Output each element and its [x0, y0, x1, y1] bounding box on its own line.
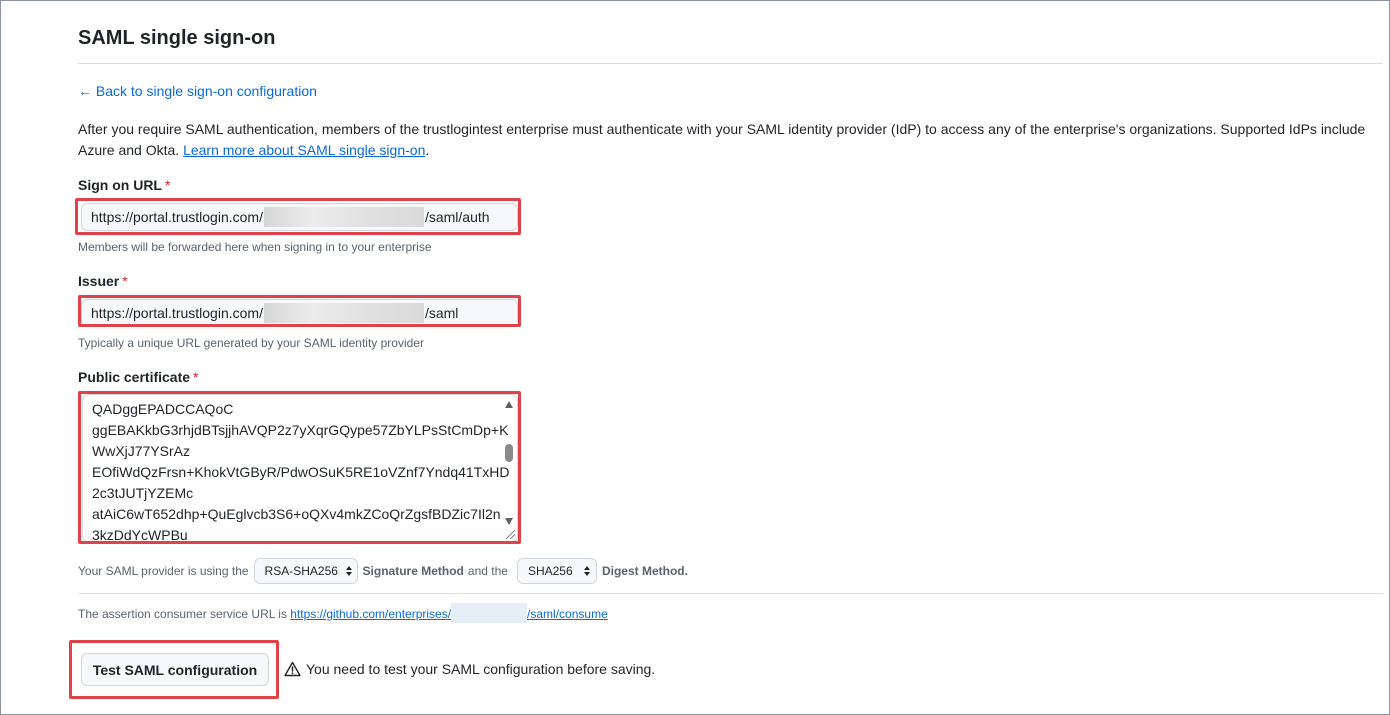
redacted-region — [263, 303, 424, 324]
select-arrows-icon — [583, 566, 590, 576]
redacted-region — [451, 603, 528, 623]
section-divider — [78, 593, 1383, 594]
acs-url-link[interactable]: https://github.com/enterprises/ /saml/con… — [290, 603, 608, 623]
page-frame: SAML single sign-on ← Back to single sig… — [0, 0, 1390, 715]
certificate-text: QADggEPADCCAQoC ggEBAKkbG3rhjdBTsjjhAVQP2… — [92, 399, 510, 542]
issuer-suffix: /saml — [424, 305, 459, 321]
required-marker: * — [165, 177, 171, 193]
issuer-label-text: Issuer — [78, 273, 120, 289]
scroll-up-arrow-icon[interactable] — [505, 401, 513, 408]
intro-end: . — [425, 142, 430, 158]
intro-paragraph: After you require SAML authentication, m… — [78, 119, 1373, 161]
test-saml-configuration-button[interactable]: Test SAML configuration — [81, 653, 269, 686]
method-text-middle: and the — [467, 564, 508, 578]
required-marker: * — [122, 273, 128, 289]
sign-on-url-label-text: Sign on URL — [78, 177, 162, 193]
certificate-line: WwXjJ77YSrAz — [92, 443, 191, 459]
scrollbar-thumb[interactable] — [505, 444, 513, 462]
issuer-prefix: https://portal.trustlogin.com/ — [91, 305, 263, 321]
select-arrows-icon — [345, 566, 352, 576]
alert-icon — [284, 661, 301, 677]
signature-method-select[interactable]: RSA-SHA256 — [253, 558, 358, 584]
method-text-before: Your SAML provider is using the — [78, 564, 249, 578]
method-row: Your SAML provider is using the RSA-SHA2… — [78, 558, 688, 584]
learn-more-link[interactable]: Learn more about SAML single sign-on — [183, 142, 425, 158]
certificate-line: EOfiWdQzFrsn+KhokVtGByR/PdwOSuK5RE1oVZnf… — [92, 464, 510, 480]
digest-method-value: SHA256 — [527, 564, 573, 578]
scroll-down-arrow-icon[interactable] — [505, 518, 513, 525]
test-warning-text: You need to test your SAML configuration… — [306, 661, 656, 677]
digest-method-select[interactable]: SHA256 — [516, 558, 597, 584]
required-marker: * — [193, 369, 199, 385]
certificate-line: 2c3tJUTjYZEMc — [92, 485, 194, 501]
sign-on-url-input[interactable]: https://portal.trustlogin.com/ /saml/auth — [81, 203, 518, 231]
sign-on-url-suffix: /saml/auth — [424, 209, 490, 225]
certificate-line: atAiC6wT652dhp+QuEglvcb3S6+oQXv4mkZCoQrZ… — [92, 506, 501, 522]
page-title: SAML single sign-on — [78, 27, 276, 49]
title-divider — [78, 63, 1383, 64]
digest-method-label: Digest Method. — [601, 564, 688, 578]
sign-on-url-prefix: https://portal.trustlogin.com/ — [91, 209, 263, 225]
acs-link-prefix: https://github.com/enterprises/ — [290, 607, 452, 622]
resize-grip-icon[interactable] — [506, 530, 515, 539]
issuer-hint: Typically a unique URL generated by your… — [78, 336, 424, 350]
acs-link-suffix: /saml/consume — [527, 607, 608, 622]
certificate-line: QADggEPADCCAQoC — [92, 401, 234, 417]
back-link[interactable]: ← Back to single sign-on configuration — [78, 83, 317, 99]
sign-on-url-hint: Members will be forwarded here when sign… — [78, 240, 432, 254]
certificate-label-text: Public certificate — [78, 369, 191, 385]
redacted-region — [263, 207, 424, 228]
acs-text: The assertion consumer service URL is — [78, 607, 291, 622]
sign-on-url-label: Sign on URL * — [78, 177, 170, 193]
signature-method-value: RSA-SHA256 — [264, 564, 338, 578]
certificate-label: Public certificate * — [78, 369, 199, 385]
issuer-input[interactable]: https://portal.trustlogin.com/ /saml — [81, 299, 518, 327]
certificate-textarea[interactable]: QADggEPADCCAQoC ggEBAKkbG3rhjdBTsjjhAVQP2… — [82, 394, 518, 542]
issuer-label: Issuer * — [78, 273, 128, 289]
certificate-line: ggEBAKkbG3rhjdBTsjjhAVQP2z7yXqrGQype57Zb… — [92, 422, 509, 438]
signature-method-label: Signature Method — [362, 564, 464, 578]
certificate-line: 3kzDdYcWPBu — [92, 527, 188, 542]
test-warning: You need to test your SAML configuration… — [284, 661, 655, 677]
acs-url-line: The assertion consumer service URL is ht… — [78, 603, 608, 625]
certificate-scrollbar[interactable] — [503, 397, 515, 527]
